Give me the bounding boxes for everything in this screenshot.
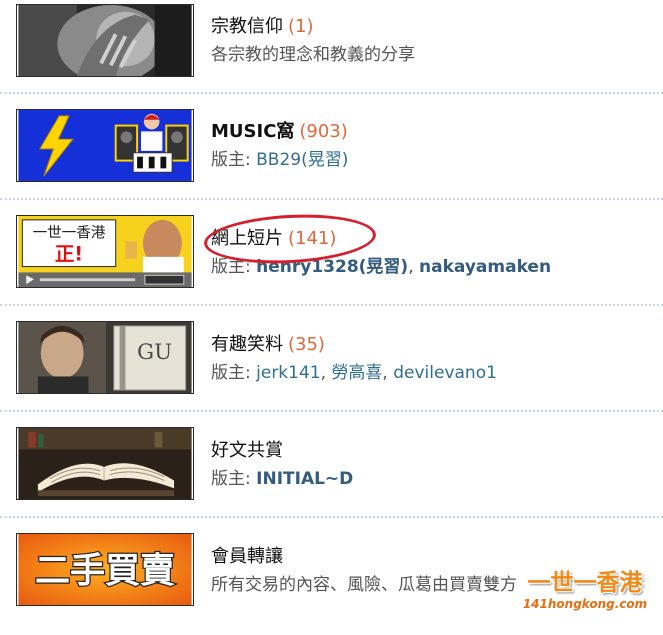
forum-title-line: MUSIC窩 (903)	[211, 119, 348, 145]
moderator-label: 版主:	[211, 469, 251, 489]
moderator-label: 版主:	[211, 363, 251, 383]
moderator-line: 版主: BB29(晃習)	[211, 147, 348, 173]
moderator-link[interactable]: jerk141	[256, 363, 320, 383]
forum-row-religion: 宗教信仰 (1) 各宗教的理念和教義的分享	[0, 0, 663, 105]
second-hand-banner-icon: 二手買賣	[18, 534, 192, 605]
moderator-link[interactable]: INITIAL~D	[256, 469, 353, 489]
row-divider	[0, 304, 663, 306]
forum-title[interactable]: 宗教信仰	[211, 16, 283, 37]
forum-title-line: 宗教信仰 (1)	[211, 14, 314, 40]
moderator-line: 版主: INITIAL~D	[211, 466, 353, 492]
moderator-line: 版主: henry1328(晃習), nakayamaken	[211, 254, 551, 280]
forum-thumbnail-articles[interactable]	[16, 427, 194, 500]
open-book-photo-icon	[18, 428, 192, 499]
forum-row-videos: 一世一香港 正! 網上短片 (141) 版主: henry1328(晃習), na…	[0, 212, 663, 317]
moderator-separator: ,	[408, 257, 414, 277]
moderator-separator: ,	[382, 363, 388, 383]
lightning-dj-banner-icon	[18, 110, 192, 181]
moderator-line: 版主: jerk141, 勞高喜, devilevano1	[211, 360, 497, 386]
post-count: (1)	[288, 16, 314, 37]
row-divider	[0, 198, 663, 200]
forum-list: 宗教信仰 (1) 各宗教的理念和教義的分享 MUSIC窩 (903) 版主: B…	[0, 0, 663, 622]
forum-title-line: 網上短片 (141)	[211, 226, 336, 252]
forum-thumbnail-religion[interactable]	[16, 4, 194, 77]
video-player-banner-icon: 一世一香港 正!	[18, 216, 192, 287]
forum-title[interactable]: 好文共賞	[211, 440, 283, 461]
inscription-letters: GU	[137, 340, 172, 365]
praying-hands-photo-icon	[18, 5, 192, 76]
moderator-link[interactable]: 勞高喜	[331, 363, 382, 383]
forum-title[interactable]: 網上短片	[211, 228, 283, 249]
watermark-logo: 一世一香港	[527, 570, 643, 596]
row-divider	[0, 92, 663, 94]
forum-description: 各宗教的理念和教義的分享	[211, 45, 415, 65]
forum-thumbnail-music[interactable]	[16, 109, 194, 182]
forum-row-music: MUSIC窩 (903) 版主: BB29(晃習)	[0, 106, 663, 211]
moderator-separator: ,	[320, 363, 327, 383]
forum-title-line: 會員轉讓	[211, 544, 283, 570]
forum-title[interactable]: 會員轉讓	[211, 546, 283, 567]
moderator-link[interactable]: henry1328(晃習)	[256, 257, 408, 277]
comedian-photo-icon: GU	[18, 322, 192, 393]
forum-title[interactable]: 有趣笑料	[211, 334, 283, 355]
row-divider	[0, 516, 663, 518]
row-divider	[0, 410, 663, 412]
forum-title-line: 好文共賞	[211, 438, 283, 464]
moderator-link[interactable]: devilevano1	[393, 363, 497, 383]
banner-text: 二手買賣	[35, 552, 175, 592]
moderator-link[interactable]: nakayamaken	[419, 257, 551, 277]
site-watermark: 一世一香港 141hongkong.com	[511, 570, 659, 616]
post-count: (141)	[288, 228, 337, 249]
forum-thumbnail-trade[interactable]: 二手買賣	[16, 533, 194, 606]
watermark-url: 141hongkong.com	[522, 597, 648, 611]
post-count: (903)	[299, 121, 348, 142]
forum-title-line: 有趣笑料 (35)	[211, 332, 325, 358]
moderator-link[interactable]: BB29(晃習)	[256, 150, 348, 170]
forum-description: 所有交易的內容、風險、瓜葛由買賣雙方	[211, 575, 517, 595]
moderator-label: 版主:	[211, 257, 251, 277]
forum-thumbnail-videos[interactable]: 一世一香港 正!	[16, 215, 194, 288]
moderator-label: 版主:	[211, 150, 251, 170]
forum-thumbnail-jokes[interactable]: GU	[16, 321, 194, 394]
forum-row-articles: 好文共賞 版主: INITIAL~D	[0, 424, 663, 529]
post-count: (35)	[288, 334, 325, 355]
forum-row-jokes: GU 有趣笑料 (35) 版主: jerk141, 勞高喜, devilevano…	[0, 318, 663, 423]
banner-line2: 正!	[55, 243, 83, 266]
forum-title[interactable]: MUSIC窩	[211, 121, 294, 142]
banner-line1: 一世一香港	[33, 224, 106, 241]
